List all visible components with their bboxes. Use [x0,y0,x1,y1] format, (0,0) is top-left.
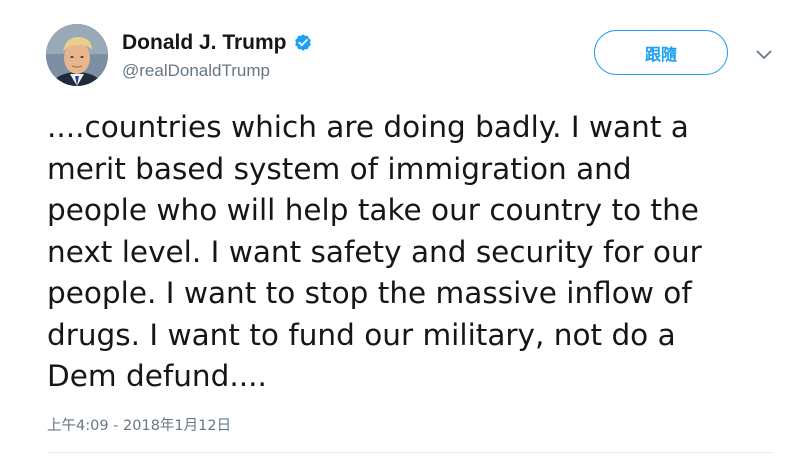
avatar[interactable] [46,24,108,86]
chevron-down-icon [756,50,772,59]
author-handle[interactable]: @realDonaldTrump [122,61,270,81]
follow-button-label: 跟隨 [644,44,677,64]
more-options-button[interactable] [752,44,776,66]
tweet-text: ....countries which are doing badly. I w… [47,110,702,393]
divider [47,452,773,453]
tweet-card: Donald J. Trump @realDonaldTrump 跟隨 ....… [0,0,804,456]
verified-badge-icon [293,33,313,53]
tweet-timestamp[interactable]: 上午4:09 - 2018年1月12日 [47,414,231,435]
profile-photo [46,24,108,86]
author-display-name[interactable]: Donald J. Trump [122,31,287,55]
author-name-row: Donald J. Trump [122,30,313,56]
follow-button[interactable]: 跟隨 [594,30,728,75]
